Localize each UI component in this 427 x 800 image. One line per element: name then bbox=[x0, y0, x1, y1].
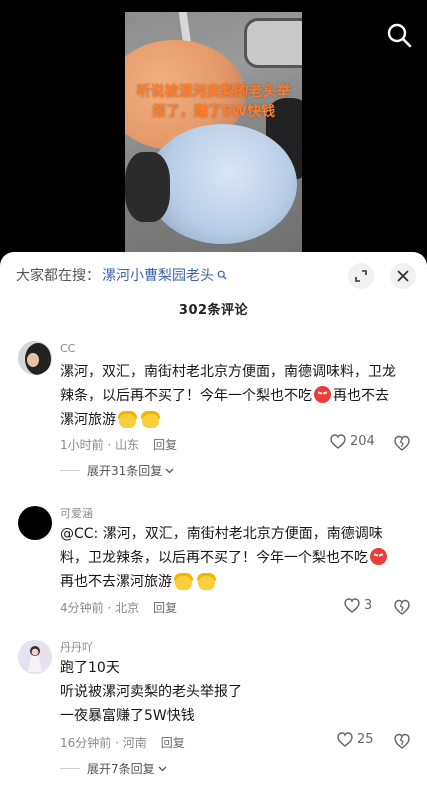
expand-replies-button[interactable]: 展开31条回复 bbox=[60, 462, 174, 479]
chevron-down-icon bbox=[158, 766, 167, 771]
comment-line: 再也不去漯河旅游 bbox=[60, 570, 410, 594]
chevron-down-icon bbox=[165, 468, 174, 473]
search-term-link[interactable]: 漯河小曹梨园老头 bbox=[102, 265, 214, 285]
comment-line: 料，卫龙辣条，以后再不买了！今年一个梨也不吃 bbox=[60, 546, 410, 570]
comment-author[interactable]: 丹丹吖 bbox=[60, 639, 93, 655]
expand-replies-button[interactable]: 展开7条回复 bbox=[60, 760, 167, 777]
close-button[interactable] bbox=[390, 263, 416, 289]
expand-button[interactable] bbox=[348, 263, 374, 289]
sad-emoji-icon bbox=[174, 572, 193, 590]
comment-meta: 4分钟前 · 北京 回复 bbox=[60, 599, 177, 616]
suggested-search[interactable]: 大家都在搜： 漯河小曹梨园老头 bbox=[16, 264, 227, 286]
avatar[interactable] bbox=[18, 640, 52, 674]
broken-heart-icon[interactable] bbox=[394, 733, 410, 749]
expand-divider bbox=[60, 470, 80, 471]
comment-time-location: 4分钟前 · 北京 bbox=[60, 601, 140, 615]
avatar[interactable] bbox=[18, 506, 52, 540]
reply-button[interactable]: 回复 bbox=[161, 734, 185, 751]
comment-line: 漯河，双汇，南街村老北京方便面，南德调味料，卫龙 bbox=[60, 364, 396, 380]
video-player[interactable]: 听说被漯河卖梨的老头举报了，赚了5W快钱 bbox=[0, 0, 427, 262]
broken-heart-icon[interactable] bbox=[394, 599, 410, 615]
comment-author[interactable]: 可爱涵 bbox=[60, 505, 93, 521]
comment-line-text: 辣条，以后再不买了！今年一个梨也不吃 bbox=[60, 388, 312, 404]
search-prefix: 大家都在搜： bbox=[16, 268, 100, 284]
sad-emoji-icon bbox=[118, 410, 137, 428]
reply-button[interactable]: 回复 bbox=[153, 599, 177, 616]
comment-line: 辣条，以后再不买了！今年一个梨也不吃 再也不去 bbox=[60, 384, 410, 408]
comment-line-text: 料，卫龙辣条，以后再不买了！今年一个梨也不吃 bbox=[60, 550, 368, 566]
like-count: 25 bbox=[357, 732, 374, 747]
comment-text: @CC: 漯河，双汇，南街村老北京方便面，南德调味 料，卫龙辣条，以后再不买了！… bbox=[60, 522, 410, 594]
like-button[interactable]: 25 bbox=[337, 732, 374, 747]
comment-text: 跑了10天 听说被漯河卖梨的老头举报了 一夜暴富赚了5W快钱 bbox=[60, 656, 410, 728]
avatar-image bbox=[18, 640, 52, 674]
angry-emoji-icon bbox=[314, 386, 331, 403]
comment-line-text: 漯河旅游 bbox=[60, 412, 116, 428]
comment-line: 听说被漯河卖梨的老头举报了 bbox=[60, 684, 242, 700]
broken-heart-icon[interactable] bbox=[394, 435, 410, 451]
comment-line: @CC: 漯河，双汇，南街村老北京方便面，南德调味 bbox=[60, 526, 383, 542]
parked-car bbox=[244, 18, 302, 68]
like-count: 3 bbox=[364, 598, 373, 613]
reply-button[interactable]: 回复 bbox=[153, 436, 177, 453]
video-caption: 听说被漯河卖梨的老头举报了，赚了5W快钱 bbox=[136, 84, 291, 120]
video-frame[interactable]: 听说被漯河卖梨的老头举报了，赚了5W快钱 bbox=[125, 12, 302, 262]
close-icon bbox=[397, 270, 409, 282]
comment-line: 跑了10天 bbox=[60, 660, 120, 676]
expand-divider bbox=[60, 768, 80, 769]
heart-icon bbox=[337, 732, 353, 747]
like-button[interactable]: 204 bbox=[330, 434, 375, 449]
like-count: 204 bbox=[350, 434, 375, 449]
comment-meta: 1小时前 · 山东 回复 bbox=[60, 436, 177, 453]
comment-line: 一夜暴富赚了5W快钱 bbox=[60, 708, 195, 724]
expand-replies-label: 展开31条回复 bbox=[87, 464, 163, 478]
angry-emoji-icon bbox=[370, 548, 387, 565]
comment-author[interactable]: CC bbox=[60, 342, 75, 355]
comment-line-text: 再也不去 bbox=[333, 388, 389, 404]
comment-text: 漯河，双汇，南街村老北京方便面，南德调味料，卫龙 辣条，以后再不买了！今年一个梨… bbox=[60, 360, 410, 432]
sad-emoji-icon bbox=[197, 572, 216, 590]
comment-time-location: 1小时前 · 山东 bbox=[60, 438, 140, 452]
comment-line: 漯河旅游 bbox=[60, 408, 410, 432]
comment-line-text: 再也不去漯河旅游 bbox=[60, 574, 172, 590]
heart-icon bbox=[344, 598, 360, 613]
heart-icon bbox=[330, 434, 346, 449]
search-icon[interactable] bbox=[386, 22, 412, 48]
avatar-image bbox=[18, 341, 52, 375]
comment-meta: 16分钟前 · 河南 回复 bbox=[60, 734, 185, 751]
avatar[interactable] bbox=[18, 341, 52, 375]
search-icon bbox=[217, 270, 227, 280]
expand-icon bbox=[355, 270, 367, 282]
expand-replies-label: 展开7条回复 bbox=[87, 762, 155, 776]
comments-panel: 大家都在搜： 漯河小曹梨园老头 302条评论 CC 漯河，双汇，南街村老北京方便… bbox=[0, 252, 427, 800]
scooter-shadow bbox=[125, 152, 170, 222]
comment-time-location: 16分钟前 · 河南 bbox=[60, 736, 147, 750]
like-button[interactable]: 3 bbox=[344, 598, 372, 613]
comment-count-title: 302条评论 bbox=[178, 303, 249, 318]
sad-emoji-icon bbox=[141, 410, 160, 428]
